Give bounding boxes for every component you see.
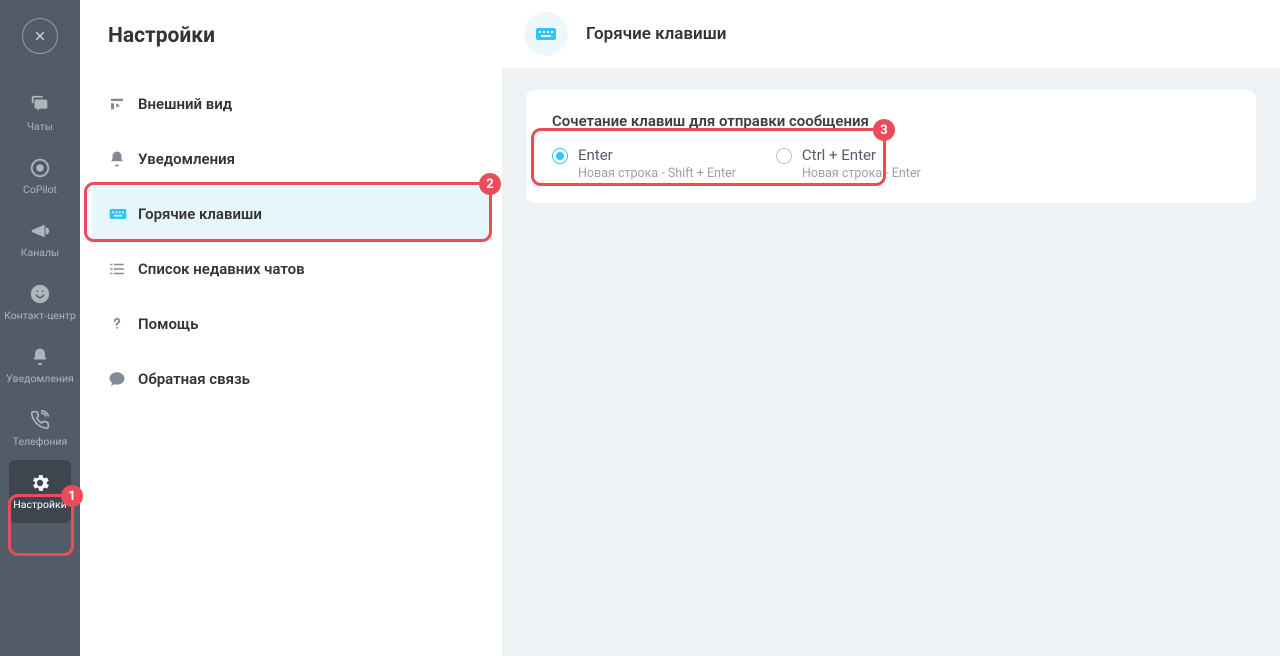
phone-icon — [30, 407, 50, 433]
radio-option-ctrl-enter[interactable]: Ctrl + Enter Новая строка - Enter — [776, 146, 921, 181]
chats-icon — [29, 92, 51, 118]
settings-item-label: Помощь — [138, 315, 198, 333]
content-body: Сочетание клавиш для отправки сообщения … — [502, 68, 1280, 656]
settings-item-label: Список недавних чатов — [138, 260, 305, 278]
settings-item-recent-chats[interactable]: Список недавних чатов — [80, 241, 502, 296]
bell-icon — [108, 150, 138, 168]
gear-icon — [29, 470, 51, 496]
settings-item-label: Обратная связь — [138, 370, 250, 388]
radio-label: Enter — [578, 146, 736, 164]
nav-rail: Чаты CoPilot Каналы Контакт-центр Уведом… — [0, 0, 80, 656]
hotkeys-card: Сочетание клавиш для отправки сообщения … — [526, 90, 1256, 203]
nav-item-label: Каналы — [21, 246, 59, 259]
settings-title: Настройки — [80, 24, 502, 76]
nav-item-settings[interactable]: Настройки — [9, 460, 71, 523]
keyboard-badge — [524, 12, 568, 56]
keyboard-icon — [108, 204, 138, 224]
megaphone-icon — [29, 218, 51, 244]
nav-item-contact-center[interactable]: Контакт-центр — [0, 271, 80, 334]
settings-pane: Настройки Внешний вид Уведомления Горячи… — [80, 0, 502, 656]
nav-item-channels[interactable]: Каналы — [0, 208, 80, 271]
settings-item-appearance[interactable]: Внешний вид — [80, 76, 502, 131]
list-icon — [108, 260, 138, 278]
radio-sublabel: Новая строка - Enter — [802, 166, 921, 181]
radio-indicator — [776, 148, 792, 164]
settings-item-label: Внешний вид — [138, 95, 232, 113]
settings-item-label: Горячие клавиши — [138, 205, 262, 223]
appearance-icon — [108, 95, 138, 113]
settings-item-help[interactable]: Помощь — [80, 296, 502, 351]
settings-list: Внешний вид Уведомления Горячие клавиши … — [80, 76, 502, 406]
content-header: Горячие клавиши — [502, 0, 1280, 68]
nav-item-chats[interactable]: Чаты — [0, 82, 80, 145]
card-title: Сочетание клавиш для отправки сообщения — [552, 112, 1230, 130]
radio-sublabel: Новая строка - Shift + Enter — [578, 166, 736, 181]
nav-item-telephony[interactable]: Телефония — [0, 397, 80, 460]
contact-icon — [29, 281, 51, 307]
bell-icon — [30, 344, 50, 370]
settings-item-feedback[interactable]: Обратная связь — [80, 351, 502, 406]
nav-item-label: Чаты — [27, 120, 53, 133]
radio-option-enter[interactable]: Enter Новая строка - Shift + Enter — [552, 146, 736, 181]
chat-bubble-icon — [108, 370, 138, 388]
nav-item-label: Настройки — [13, 498, 66, 511]
content-title: Горячие клавиши — [586, 24, 726, 44]
nav-item-label: Телефония — [13, 435, 67, 448]
nav-item-label: CoPilot — [23, 183, 57, 196]
copilot-icon — [29, 155, 51, 181]
help-icon — [108, 315, 138, 333]
radio-indicator — [552, 148, 568, 164]
nav-item-notifications[interactable]: Уведомления — [0, 334, 80, 397]
content-pane: Горячие клавиши Сочетание клавиш для отп… — [502, 0, 1280, 656]
radio-label: Ctrl + Enter — [802, 146, 921, 164]
nav-item-label: Уведомления — [6, 372, 74, 385]
settings-item-hotkeys[interactable]: Горячие клавиши — [92, 186, 490, 241]
settings-item-notifications[interactable]: Уведомления — [80, 131, 502, 186]
settings-item-label: Уведомления — [138, 150, 235, 168]
nav-item-label: Контакт-центр — [4, 309, 76, 322]
radio-group-send-combo: Enter Новая строка - Shift + Enter Ctrl … — [552, 146, 1230, 181]
close-button[interactable] — [22, 18, 58, 54]
nav-item-copilot[interactable]: CoPilot — [0, 145, 80, 208]
